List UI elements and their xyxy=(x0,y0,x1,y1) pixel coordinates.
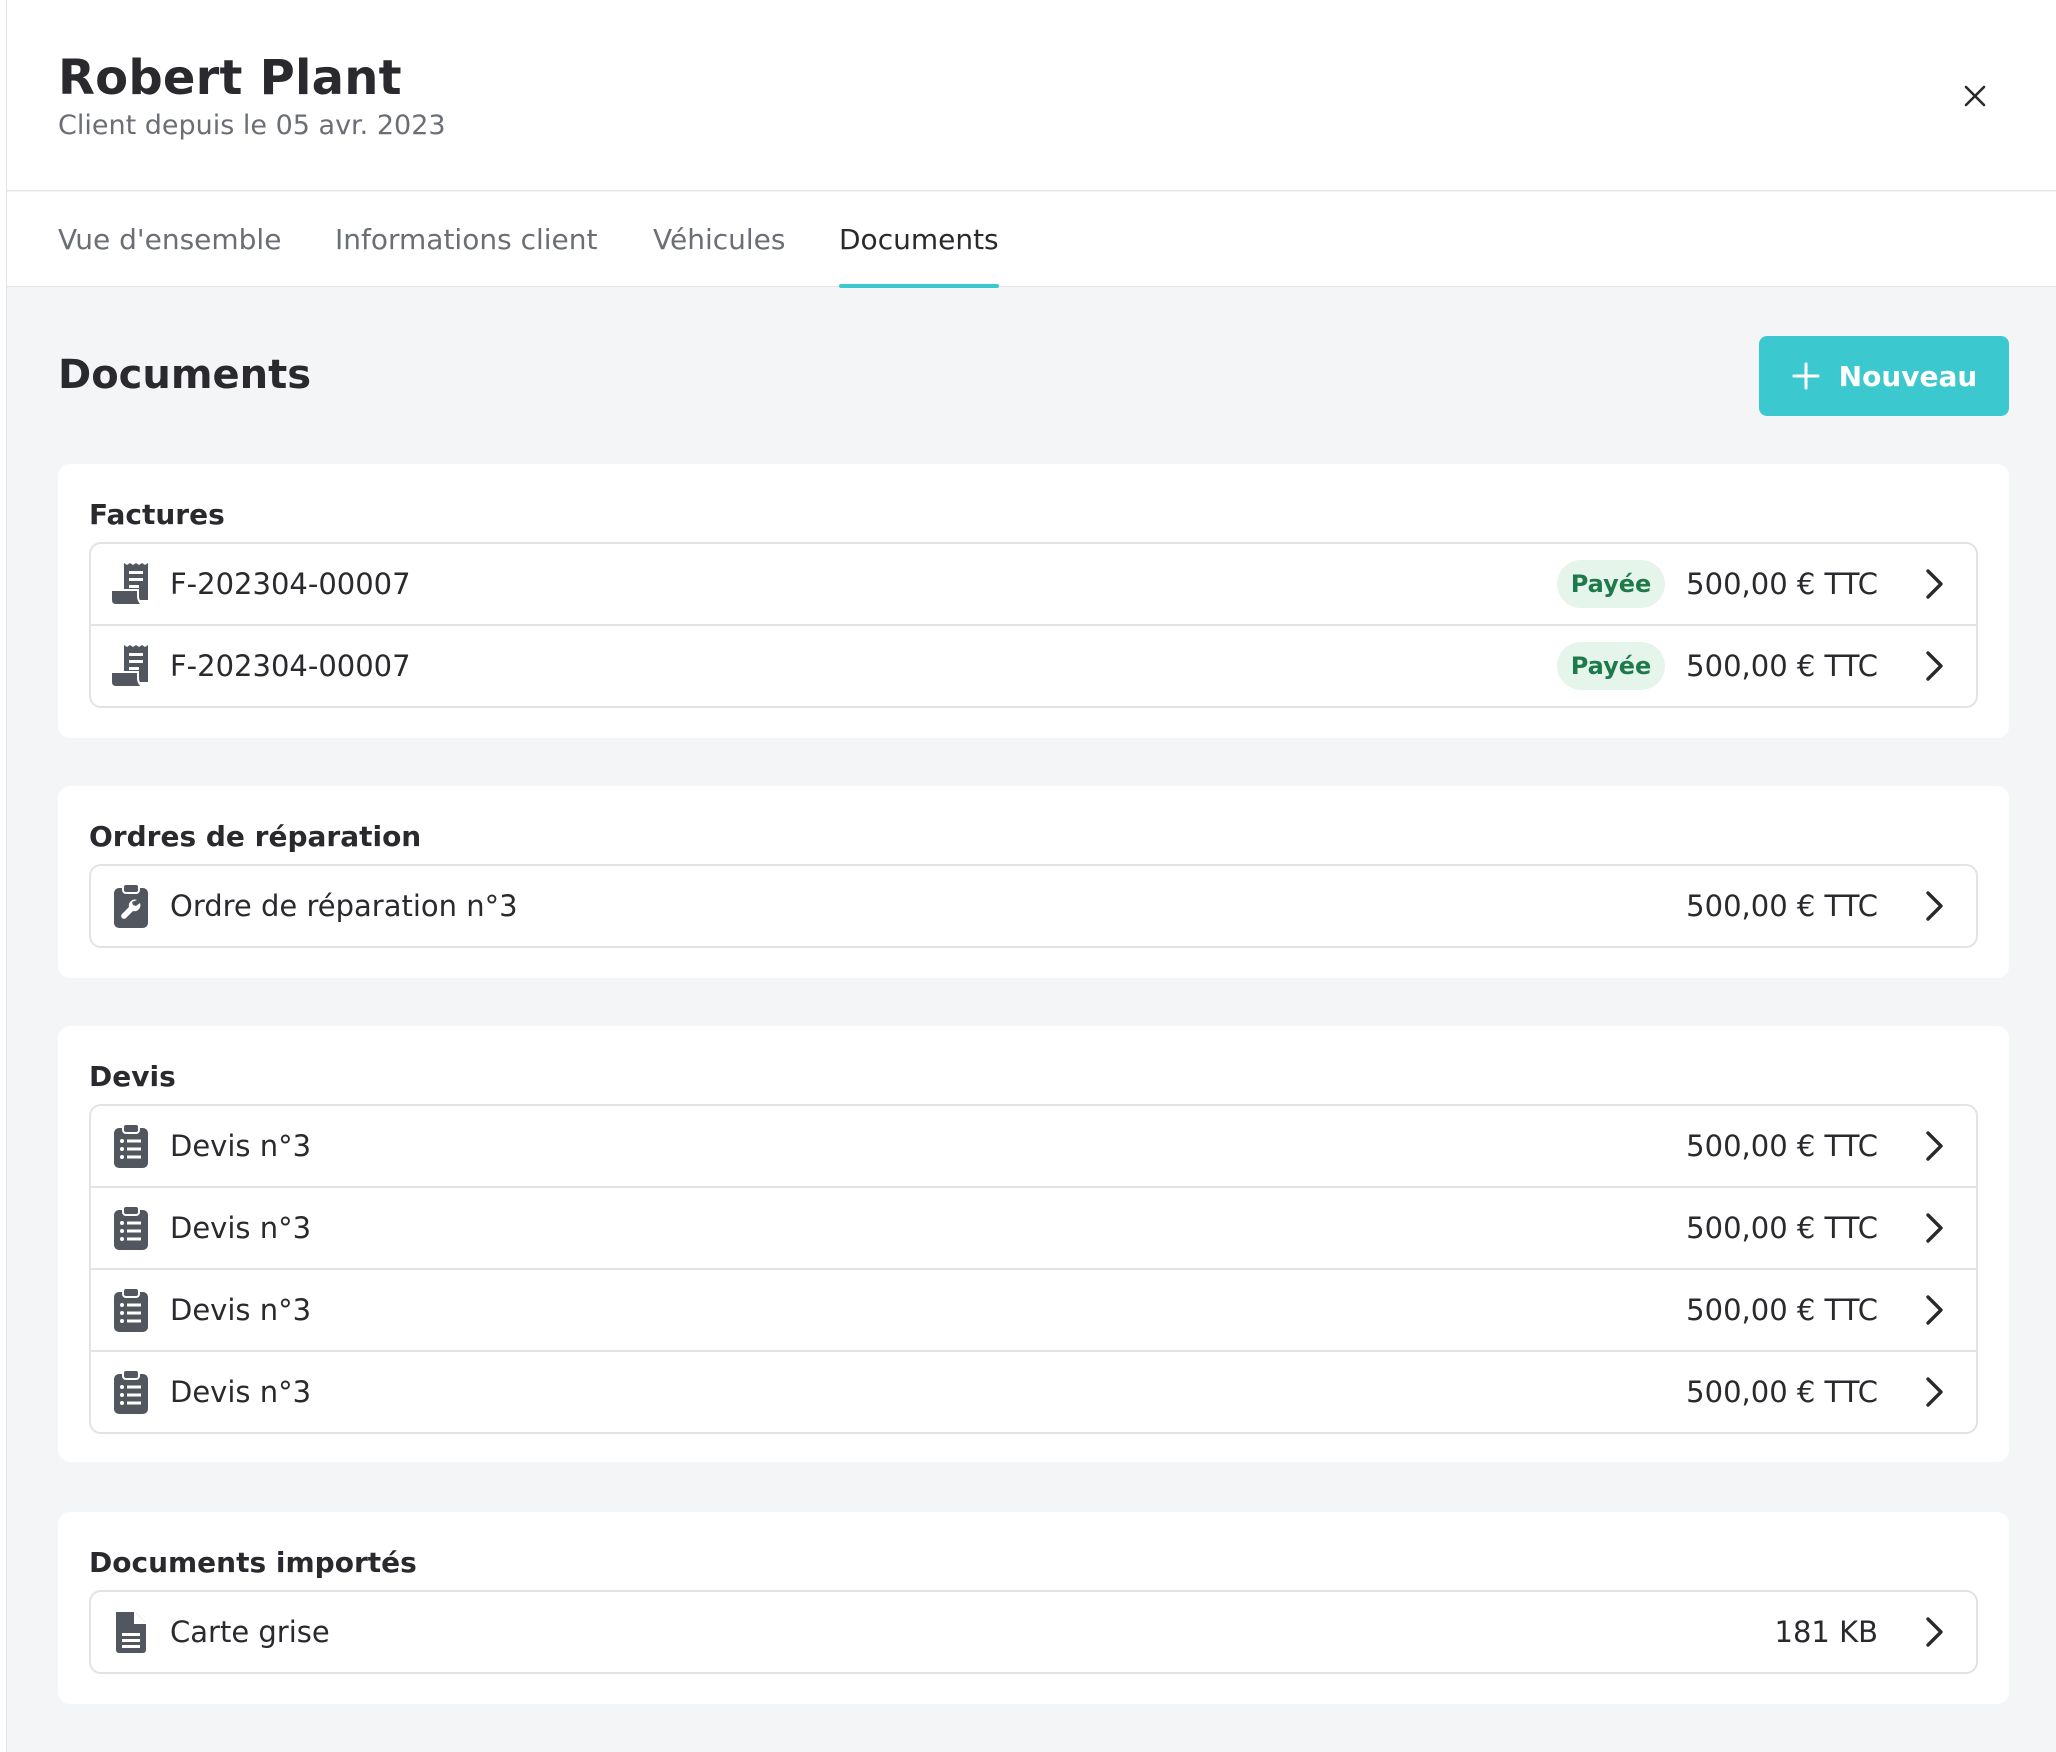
section-title: Documents importés xyxy=(89,1546,417,1579)
invoice-list: F-202304-00007 Payée 500,00 € TTC F-2023… xyxy=(89,542,1978,708)
invoice-amount: 500,00 € TTC xyxy=(1686,567,1878,601)
clipboard-wrench-icon xyxy=(114,883,148,928)
quote-list: Devis n°3 500,00 € TTC Devis n°3 500,00 … xyxy=(89,1104,1978,1434)
plus-icon xyxy=(1792,362,1820,390)
invoice-row[interactable]: F-202304-00007 Payée 500,00 € TTC xyxy=(91,544,1976,624)
chevron-right-icon xyxy=(1926,1295,1943,1325)
chevron-right-icon xyxy=(1926,569,1943,599)
quote-row[interactable]: Devis n°3 500,00 € TTC xyxy=(91,1186,1976,1268)
page-title: Documents xyxy=(58,352,312,398)
section-repair-orders: Ordres de réparation Ordre de réparation… xyxy=(58,786,2009,978)
receipt-icon xyxy=(110,645,148,688)
new-document-button[interactable]: Nouveau xyxy=(1759,336,2009,416)
tab-documents[interactable]: Documents xyxy=(839,192,999,288)
new-button-label: Nouveau xyxy=(1838,359,1978,393)
quote-row[interactable]: Devis n°3 500,00 € TTC xyxy=(91,1106,1976,1186)
section-title: Devis xyxy=(89,1060,176,1093)
invoice-number: F-202304-00007 xyxy=(170,567,411,601)
chevron-right-icon xyxy=(1926,1617,1943,1647)
section-title: Ordres de réparation xyxy=(89,820,422,853)
repair-order-row[interactable]: Ordre de réparation n°3 500,00 € TTC xyxy=(91,866,1976,946)
client-name: Robert Plant xyxy=(58,50,402,106)
clipboard-list-icon xyxy=(114,1369,148,1414)
clipboard-list-icon xyxy=(114,1287,148,1332)
quote-label: Devis n°3 xyxy=(170,1375,312,1409)
tab-client-info[interactable]: Informations client xyxy=(335,192,597,287)
chevron-right-icon xyxy=(1926,1131,1943,1161)
section-quotes: Devis Devis n°3 500,00 € TTC Devis n°3 5… xyxy=(58,1026,2009,1462)
close-icon xyxy=(1964,85,1986,107)
invoice-amount: 500,00 € TTC xyxy=(1686,649,1878,683)
imported-document-label: Carte grise xyxy=(170,1615,330,1649)
quote-amount: 500,00 € TTC xyxy=(1686,1211,1878,1245)
receipt-icon xyxy=(110,563,148,606)
tab-overview[interactable]: Vue d'ensemble xyxy=(58,192,281,287)
file-lines-icon xyxy=(116,1612,146,1653)
section-imported-documents: Documents importés Carte grise 181 KB xyxy=(58,1512,2009,1704)
quote-row[interactable]: Devis n°3 500,00 € TTC xyxy=(91,1350,1976,1432)
status-badge: Payée xyxy=(1557,560,1665,608)
status-badge: Payée xyxy=(1557,642,1665,690)
chevron-right-icon xyxy=(1926,1213,1943,1243)
repair-order-list: Ordre de réparation n°3 500,00 € TTC xyxy=(89,864,1978,948)
chevron-right-icon xyxy=(1926,1377,1943,1407)
tab-bar: Vue d'ensemble Informations client Véhic… xyxy=(7,192,2056,288)
quote-label: Devis n°3 xyxy=(170,1129,312,1163)
repair-order-label: Ordre de réparation n°3 xyxy=(170,889,518,923)
file-size: 181 KB xyxy=(1774,1615,1878,1649)
quote-label: Devis n°3 xyxy=(170,1293,312,1327)
close-button[interactable] xyxy=(1955,76,1995,116)
quote-label: Devis n°3 xyxy=(170,1211,312,1245)
imported-document-list: Carte grise 181 KB xyxy=(89,1590,1978,1674)
section-title: Factures xyxy=(89,498,225,531)
section-invoices: Factures F-202304-00007 Payée 500,00 € T… xyxy=(58,464,2009,738)
chevron-right-icon xyxy=(1926,651,1943,681)
panel-header: Robert Plant Client depuis le 05 avr. 20… xyxy=(7,0,2056,191)
invoice-number: F-202304-00007 xyxy=(170,649,411,683)
quote-row[interactable]: Devis n°3 500,00 € TTC xyxy=(91,1268,1976,1350)
repair-order-amount: 500,00 € TTC xyxy=(1686,889,1878,923)
clipboard-list-icon xyxy=(114,1205,148,1250)
client-since: Client depuis le 05 avr. 2023 xyxy=(58,110,446,141)
clipboard-list-icon xyxy=(114,1123,148,1168)
quote-amount: 500,00 € TTC xyxy=(1686,1129,1878,1163)
invoice-row[interactable]: F-202304-00007 Payée 500,00 € TTC xyxy=(91,624,1976,706)
imported-document-row[interactable]: Carte grise 181 KB xyxy=(91,1592,1976,1672)
quote-amount: 500,00 € TTC xyxy=(1686,1375,1878,1409)
quote-amount: 500,00 € TTC xyxy=(1686,1293,1878,1327)
tab-vehicles[interactable]: Véhicules xyxy=(653,192,785,287)
client-panel: Robert Plant Client depuis le 05 avr. 20… xyxy=(6,0,2056,1752)
chevron-right-icon xyxy=(1926,891,1943,921)
